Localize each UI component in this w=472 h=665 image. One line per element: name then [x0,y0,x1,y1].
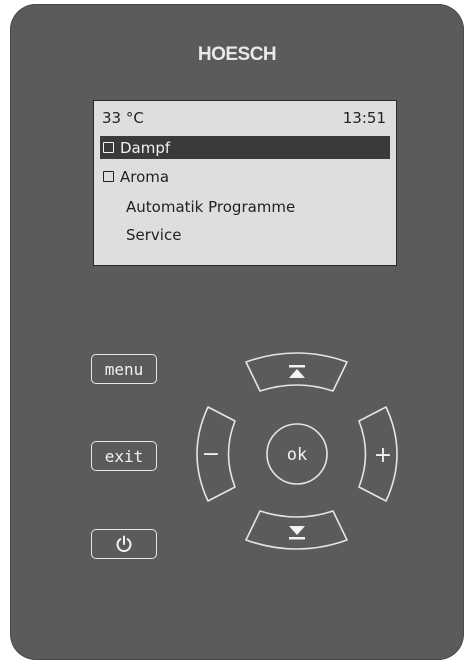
minus-label: − [202,442,220,467]
minus-button[interactable]: − [196,406,236,502]
control-panel: HOESCH 33 °C 13:51 Dampf Aroma Automatik… [10,4,464,660]
down-button[interactable] [245,510,348,550]
navigation-pad: − + ok [196,352,398,550]
ok-button[interactable]: ok [266,423,328,485]
up-button[interactable] [245,352,348,392]
ok-label: ok [287,445,307,465]
plus-label: + [374,443,392,468]
plus-button[interactable]: + [358,406,398,502]
